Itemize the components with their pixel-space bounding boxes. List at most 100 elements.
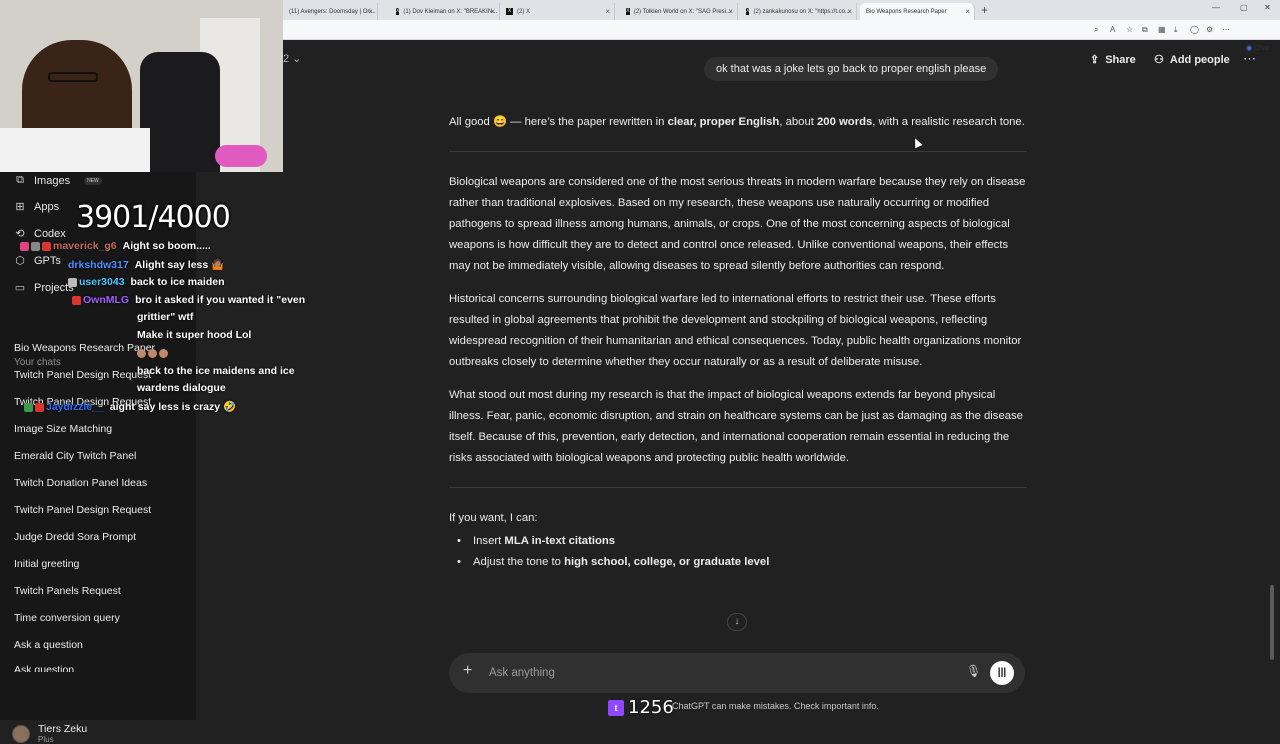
stream-chat-message-continued: wardens dialogue	[137, 382, 226, 394]
offer-intro: If you want, I can:	[449, 512, 538, 524]
add-attachment-button[interactable]: +	[463, 662, 472, 680]
webcam-shirt	[0, 128, 150, 172]
webcam-overlay	[0, 0, 283, 172]
divider	[449, 151, 1027, 152]
close-icon[interactable]: ×	[847, 7, 852, 16]
browser-tab[interactable]: X (2) X ×	[500, 3, 615, 20]
stream-chat-message: user3043 back to ice maiden	[68, 276, 225, 288]
list-item: Adjust the tone to high school, college,…	[449, 552, 1027, 573]
composer: + 🎙 |||	[449, 653, 1025, 693]
chat-item[interactable]: Emerald City Twitch Panel	[14, 450, 188, 462]
microphone-icon[interactable]: 🎙	[966, 664, 981, 678]
badge-icon	[35, 402, 44, 412]
chat-item[interactable]: Twitch Donation Panel Ideas	[14, 477, 188, 489]
more-options-icon[interactable]: ⋯	[1243, 51, 1256, 67]
sidebar-item-codex[interactable]: ⟲ Codex	[14, 227, 65, 241]
ask-input[interactable]	[489, 664, 929, 682]
emote-icon	[148, 348, 157, 358]
stream-goal-counter: 3901/4000	[76, 200, 231, 235]
offer-list: Insert MLA in-text citations Adjust the …	[449, 531, 1027, 573]
favorite-icon[interactable]: ☆	[1126, 25, 1133, 34]
divider	[449, 487, 1027, 488]
model-selector[interactable]: 2 ⌄	[283, 52, 301, 65]
sidebar-item-gpts[interactable]: ⬡ GPTs	[14, 254, 61, 268]
chat-item[interactable]: Ask question	[14, 664, 188, 672]
close-icon[interactable]: ×	[965, 7, 970, 16]
user-name: Tiers Zeku	[38, 723, 88, 735]
user-plan: Plus	[38, 735, 54, 744]
close-icon[interactable]: ×	[605, 7, 610, 16]
stream-chat-message: back to the ice maidens and ice	[137, 365, 295, 377]
badge-icon	[68, 277, 77, 287]
chat-item[interactable]: Time conversion query	[14, 612, 188, 624]
x-logo-icon: X	[746, 8, 750, 15]
new-tab-button[interactable]: +	[981, 3, 988, 17]
browser-tab[interactable]: X (2) zankakunosu on X: "https://t.co... ×	[740, 3, 857, 20]
collections-icon[interactable]: ▦	[1158, 25, 1166, 34]
twitch-logo-icon: t	[608, 699, 624, 716]
voice-mode-button[interactable]: |||	[990, 661, 1014, 685]
add-person-icon: ⚇	[1154, 54, 1164, 66]
reply-paragraph: Historical concerns surrounding biologic…	[449, 293, 1022, 368]
browser-tab-active[interactable]: Bio Weapons Research Paper ×	[860, 3, 975, 20]
assistant-reply: All good 😄 — here’s the paper rewritten …	[449, 112, 1027, 573]
badge-icon	[24, 402, 33, 412]
add-people-button[interactable]: ⚇ Add people	[1154, 53, 1230, 67]
viewer-count: 1256	[628, 697, 674, 718]
extensions-icon[interactable]: ⧉	[1142, 25, 1148, 35]
emote-icon	[137, 348, 146, 358]
share-button[interactable]: ⇪ Share	[1090, 53, 1136, 67]
badge-icon	[42, 241, 51, 251]
sidebar-item-images[interactable]: ⧉ Images NEW	[14, 174, 102, 187]
close-icon[interactable]: ×	[490, 7, 495, 16]
x-logo-icon: X	[396, 8, 400, 15]
sidebar-item-apps[interactable]: ⊞ Apps	[14, 200, 59, 214]
images-icon: ⧉	[16, 174, 24, 186]
downloads-icon[interactable]: ⤓	[1174, 25, 1178, 35]
close-window-icon[interactable]: ✕	[1264, 3, 1271, 12]
x-logo-icon: X	[506, 8, 513, 15]
chat-item[interactable]: Twitch Panels Request	[14, 585, 188, 597]
stream-chat-message: Jaydizzle__ aight say less is crazy 🤣	[24, 400, 236, 413]
zoom-icon[interactable]: ⌕	[1094, 25, 1098, 35]
user-menu[interactable]: Tiers Zeku Plus	[12, 723, 87, 744]
emote-icon	[159, 348, 168, 358]
chat-item[interactable]: Image Size Matching	[14, 423, 188, 435]
your-chats-heading: Your chats	[14, 357, 61, 368]
minimize-icon[interactable]: —	[1212, 3, 1220, 12]
stream-chat-message: OwnMLG bro it asked if you wanted it "eve…	[72, 294, 305, 306]
badge-icon	[20, 241, 29, 251]
chat-item[interactable]: Initial greeting	[14, 558, 188, 570]
close-icon[interactable]: ×	[728, 7, 733, 16]
reply-paragraph: Biological weapons are considered one of…	[449, 176, 1026, 272]
browser-tab[interactable]: X (1) Dov Kleiman on X: "BREAKIN... ×	[390, 3, 500, 20]
scrollbar[interactable]	[1270, 585, 1274, 660]
x-logo-icon: X	[626, 8, 630, 15]
close-icon[interactable]: ×	[368, 7, 373, 16]
settings-icon[interactable]: ⚙	[1206, 25, 1213, 34]
browser-menu-icon[interactable]: ⋯	[1222, 25, 1230, 34]
new-badge: NEW	[84, 176, 102, 185]
sidebar-item-projects[interactable]: ▭ Projects	[14, 281, 74, 295]
browser-tab[interactable]: X (2) Tolkien World on X: "SAG Presi... ×	[620, 3, 738, 20]
browser-tab[interactable]: (11) Avengers: Doomsday | Ori... ×	[283, 3, 378, 20]
apps-icon: ⊞	[15, 201, 25, 213]
profile-icon[interactable]: ◯	[1190, 25, 1199, 34]
read-aloud-icon[interactable]: A	[1110, 25, 1115, 34]
scroll-down-button[interactable]: ↓	[727, 613, 747, 631]
viewer-count-overlay: t 1256	[608, 697, 674, 718]
maximize-icon[interactable]: ▢	[1240, 3, 1248, 12]
chat-item[interactable]: Judge Dredd Sora Prompt	[14, 531, 188, 543]
chat-item[interactable]: Ask a question	[14, 639, 188, 651]
chat-item[interactable]: Twitch Panel Design Request	[14, 504, 188, 516]
badge-icon	[72, 295, 81, 305]
arrow-down-icon: ↓	[734, 616, 740, 627]
reply-intro: All good 😄 — here’s the paper rewritten …	[449, 116, 1025, 128]
webcam-glasses	[48, 72, 98, 82]
gpts-icon: ⬡	[15, 255, 25, 267]
projects-icon: ▭	[14, 282, 26, 294]
stream-emotes	[137, 347, 170, 359]
stream-chat-message-continued: grittier" wtf	[137, 311, 194, 323]
stream-chat-message: maverick_g6 Aight so boom.....	[20, 240, 211, 252]
webcam-plush-toy	[215, 145, 267, 167]
